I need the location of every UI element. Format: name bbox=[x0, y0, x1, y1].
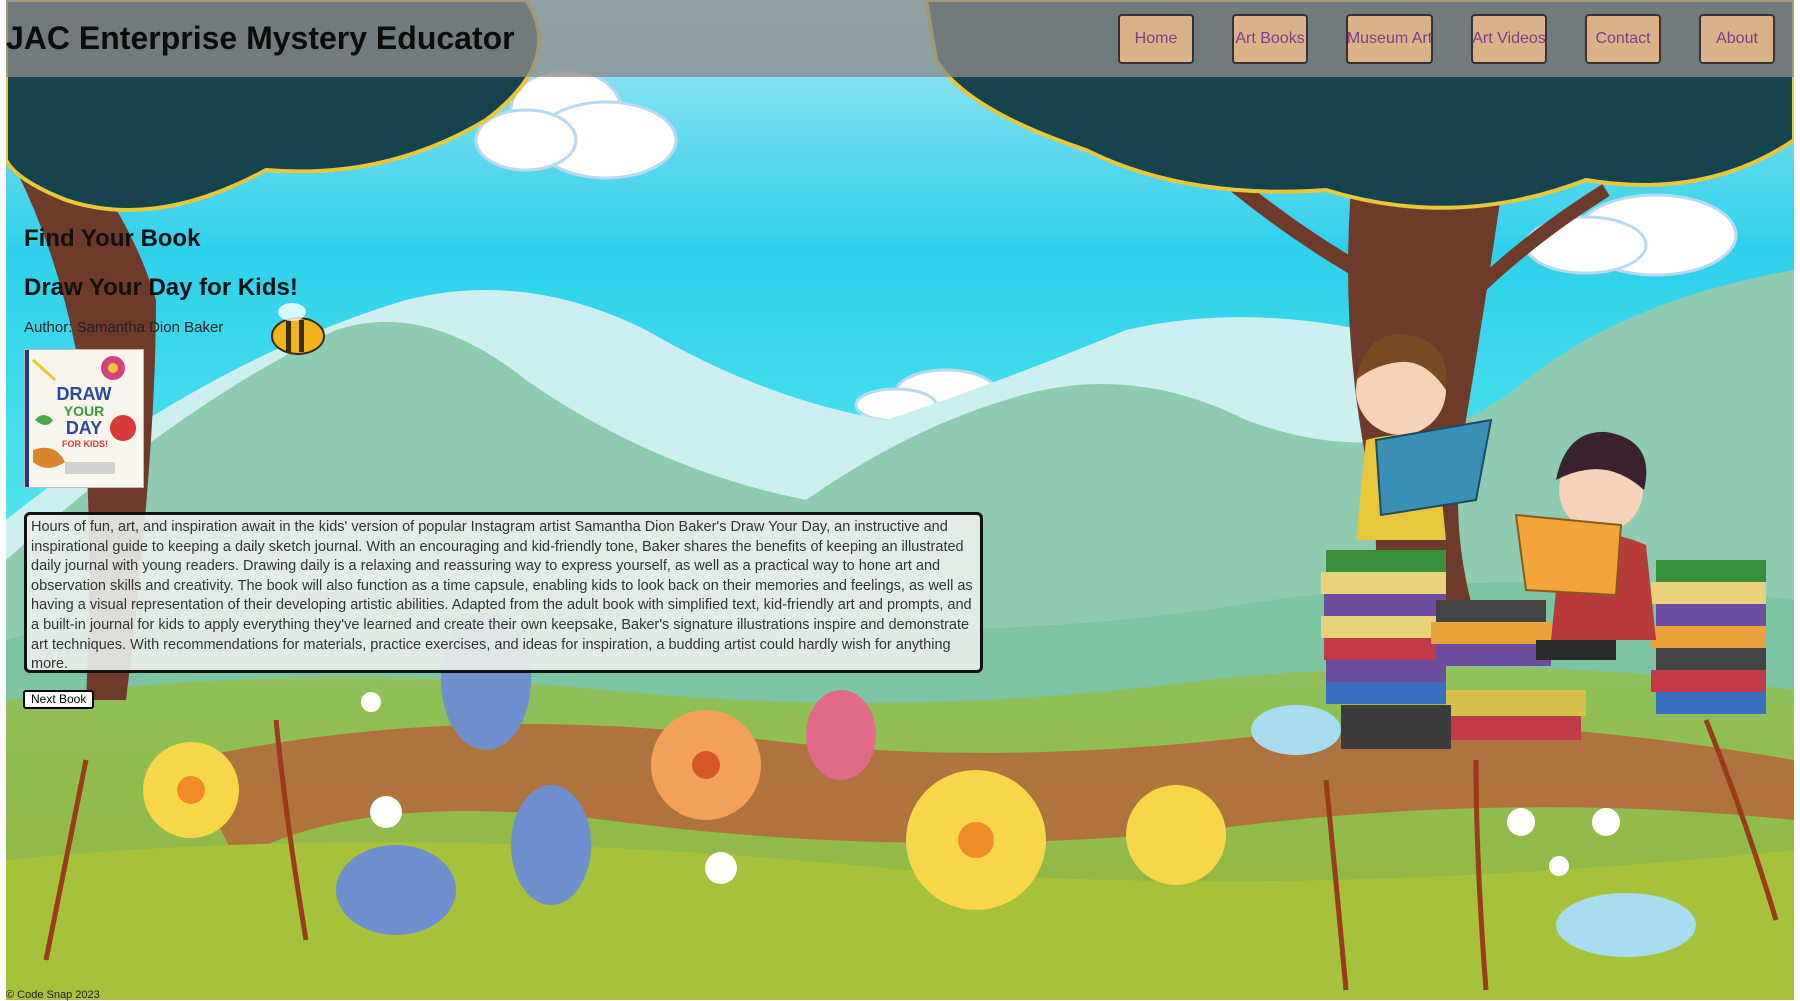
main-nav: Home Art Books Museum Art Art Videos Con… bbox=[1118, 13, 1775, 64]
site-header: JAC Enterprise Mystery Educator Home Art… bbox=[6, 0, 1794, 77]
flower bbox=[1251, 705, 1341, 755]
nav-home-button[interactable]: Home bbox=[1118, 13, 1194, 64]
nav-art-books-button[interactable]: Art Books bbox=[1232, 13, 1308, 64]
book-title: Draw Your Day for Kids! bbox=[24, 274, 298, 301]
book-cover-image: DRAW YOUR DAY FOR KIDS! bbox=[24, 349, 144, 488]
cover-word-day: DAY bbox=[66, 418, 102, 438]
book-finder: Find Your Book Draw Your Day for Kids! A… bbox=[24, 225, 298, 488]
nav-about-button[interactable]: About bbox=[1699, 13, 1775, 64]
nav-contact-button[interactable]: Contact bbox=[1585, 13, 1661, 64]
cover-word-draw: DRAW bbox=[57, 384, 112, 404]
flower bbox=[806, 690, 876, 780]
next-book-button[interactable]: Next Book bbox=[23, 690, 95, 709]
nav-museum-art-button[interactable]: Museum Art bbox=[1346, 13, 1433, 64]
flower bbox=[1126, 785, 1226, 885]
flower bbox=[511, 785, 591, 905]
copyright-footer: © Code Snap 2023 bbox=[6, 989, 100, 1001]
flower bbox=[651, 710, 761, 820]
find-your-book-heading: Find Your Book bbox=[24, 225, 201, 252]
cover-word-for-kids: FOR KIDS! bbox=[62, 439, 108, 449]
background-scene bbox=[6, 0, 1794, 1000]
nav-art-videos-button[interactable]: Art Videos bbox=[1471, 13, 1547, 64]
book-description: Hours of fun, art, and inspiration await… bbox=[24, 512, 983, 673]
book-author: Author: Samantha Dion Baker bbox=[24, 319, 224, 336]
flower bbox=[1556, 893, 1696, 957]
site-title: JAC Enterprise Mystery Educator bbox=[6, 20, 515, 56]
flower bbox=[906, 770, 1046, 910]
flower bbox=[143, 742, 239, 838]
flower bbox=[336, 845, 456, 935]
cover-word-your: YOUR bbox=[64, 403, 104, 419]
